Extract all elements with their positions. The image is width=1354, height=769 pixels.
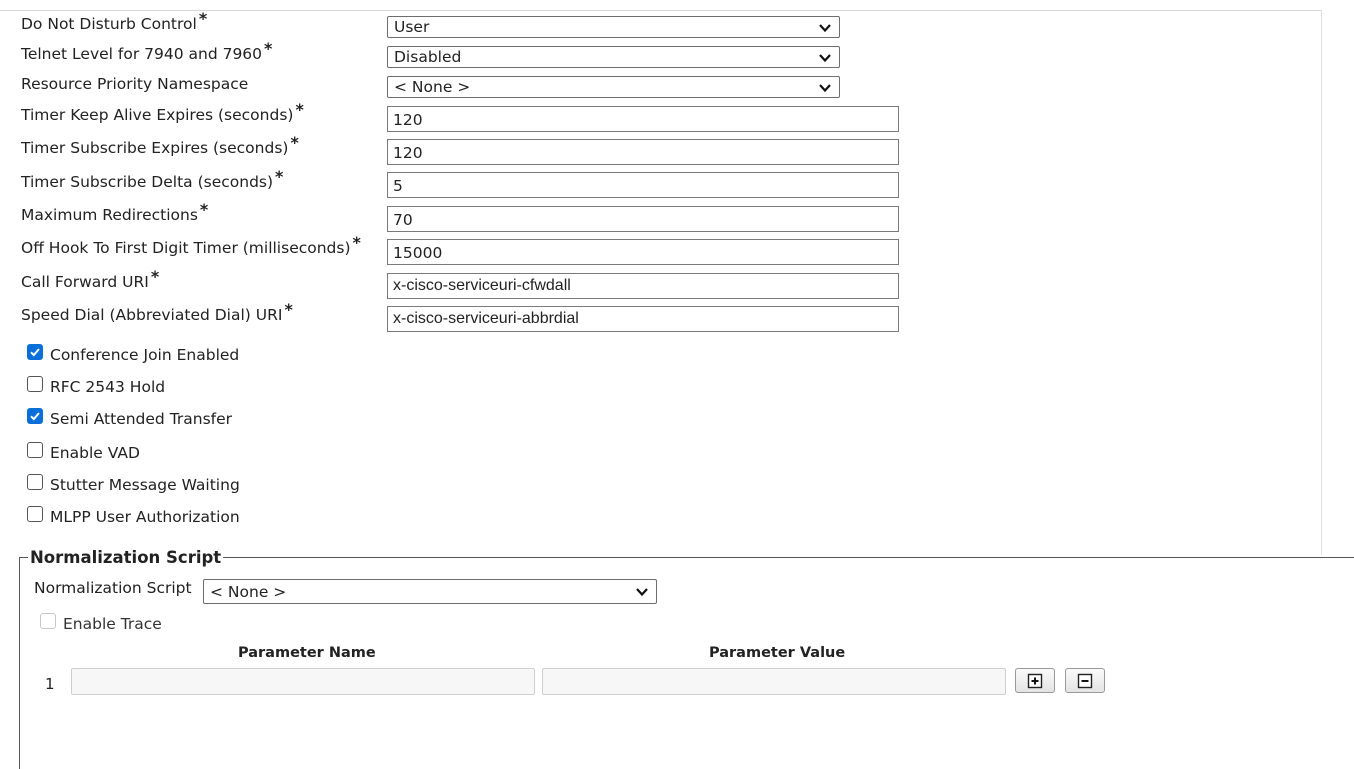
checkbox-unchecked[interactable] [27, 474, 43, 490]
required-marker: * [264, 39, 273, 58]
section-title: Normalization Script [30, 548, 222, 567]
maximum-redirections-input[interactable]: 70 [387, 206, 899, 232]
checkbox-label: Enable VAD [50, 444, 140, 462]
right-divider [1321, 10, 1322, 555]
enable-trace-checkbox-row[interactable]: Enable Trace [40, 613, 162, 633]
remove-parameter-button[interactable] [1065, 668, 1105, 693]
checkbox-unchecked[interactable] [27, 442, 43, 458]
row-number: 1 [45, 675, 55, 693]
checkbox-checked[interactable] [27, 344, 43, 360]
select-value: < None > [210, 582, 287, 601]
normalization-script-label: Normalization Script [34, 579, 192, 597]
field-label: Resource Priority Namespace [21, 75, 249, 93]
required-marker: * [352, 233, 361, 252]
call-forward-uri-input[interactable]: x-cisco-serviceuri-cfwdall [387, 273, 899, 299]
field-label: Timer Keep Alive Expires (seconds) * [21, 100, 304, 124]
do-not-disturb-select[interactable]: User [387, 16, 840, 38]
field-label: Telnet Level for 7940 and 7960 * [21, 39, 273, 63]
checkbox-label: RFC 2543 Hold [50, 378, 166, 396]
field-label: Maximum Redirections * [21, 200, 209, 224]
required-marker: * [199, 200, 209, 219]
plus-box-icon [1027, 673, 1043, 688]
timer-subscribe-expires-input[interactable]: 120 [387, 139, 899, 165]
chevron-down-icon [819, 84, 831, 93]
required-marker: * [198, 9, 208, 28]
select-value: Disabled [394, 48, 462, 66]
checkbox-unchecked[interactable] [27, 506, 43, 522]
select-value: < None > [394, 78, 471, 96]
parameter-value-input[interactable] [542, 668, 1006, 695]
field-label: Speed Dial (Abbreviated Dial) URI * [21, 300, 293, 324]
resource-priority-namespace-select[interactable]: < None > [387, 76, 840, 98]
off-hook-timer-input[interactable]: 15000 [387, 239, 899, 265]
field-label: Off Hook To First Digit Timer (milliseco… [21, 233, 361, 257]
checkbox-unchecked[interactable] [27, 376, 43, 392]
timer-keep-alive-input[interactable]: 120 [387, 106, 899, 132]
required-marker: * [295, 100, 304, 119]
required-marker: * [150, 267, 160, 286]
checkbox-label: Conference Join Enabled [50, 346, 240, 364]
normalization-script-select[interactable]: < None > [203, 579, 657, 604]
field-label: Call Forward URI * [21, 267, 160, 291]
checkbox-label: Stutter Message Waiting [50, 476, 240, 494]
checkbox-label: Enable Trace [63, 615, 162, 633]
select-value: User [394, 18, 430, 36]
checkbox-disabled[interactable] [40, 613, 56, 629]
checkbox-checked[interactable] [27, 408, 43, 424]
add-parameter-button[interactable] [1015, 668, 1055, 693]
speed-dial-uri-input[interactable]: x-cisco-serviceuri-abbrdial [387, 306, 899, 332]
required-marker: * [275, 167, 284, 186]
required-marker: * [284, 300, 293, 319]
enable-vad-checkbox-row[interactable]: Enable VAD [27, 442, 140, 462]
field-label: Timer Subscribe Expires (seconds) * [21, 133, 299, 157]
field-label: Timer Subscribe Delta (seconds) * [21, 167, 284, 191]
field-label: Do Not Disturb Control * [21, 9, 208, 33]
required-marker: * [290, 133, 299, 152]
stutter-message-waiting-checkbox-row[interactable]: Stutter Message Waiting [27, 474, 240, 494]
conference-join-checkbox-row[interactable]: Conference Join Enabled [27, 344, 240, 364]
parameter-name-input[interactable] [71, 668, 535, 695]
check-icon [30, 348, 40, 357]
check-icon [30, 412, 40, 421]
checkbox-label: MLPP User Authorization [50, 508, 240, 526]
semi-attended-transfer-checkbox-row[interactable]: Semi Attended Transfer [27, 408, 233, 428]
chevron-down-icon [819, 24, 831, 33]
rfc-2543-hold-checkbox-row[interactable]: RFC 2543 Hold [27, 376, 166, 396]
checkbox-label: Semi Attended Transfer [50, 410, 233, 428]
parameter-value-header: Parameter Value [709, 645, 846, 661]
minus-box-icon [1077, 673, 1093, 688]
telnet-level-select[interactable]: Disabled [387, 46, 840, 68]
mlpp-user-authorization-checkbox-row[interactable]: MLPP User Authorization [27, 506, 240, 526]
parameter-name-header: Parameter Name [238, 645, 376, 661]
timer-subscribe-delta-input[interactable]: 5 [387, 172, 899, 198]
chevron-down-icon [636, 588, 648, 597]
chevron-down-icon [819, 54, 831, 63]
